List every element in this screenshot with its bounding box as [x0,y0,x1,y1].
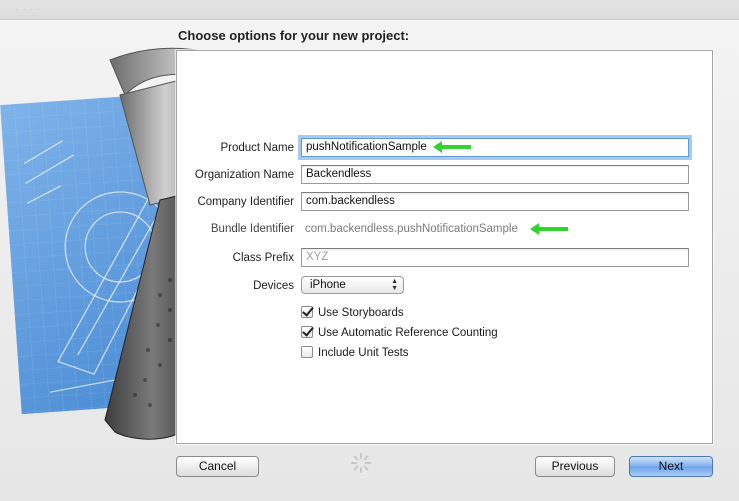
checkbox-label: Use Automatic Reference Counting [318,327,498,339]
previous-button[interactable]: Previous [535,456,615,477]
title-bar-ghost-text: · · · · [16,5,41,14]
devices-select-value: iPhone [310,279,346,291]
devices-select[interactable]: iPhone ▲ ▼ [301,276,404,294]
checkbox-label: Use Storyboards [318,307,404,319]
checkbox-checked-icon[interactable] [301,306,313,318]
company-identifier-label: Company Identifier [197,196,294,208]
class-prefix-label: Class Prefix [232,252,294,264]
class-prefix-field[interactable]: XYZ [301,248,689,267]
green-arrow-annotation [530,223,568,235]
company-identifier-field[interactable]: com.backendless [301,192,689,211]
devices-label: Devices [253,280,294,292]
page-title: Choose options for your new project: [178,28,410,43]
bundle-identifier-value: com.backendless.pushNotificationSample [305,223,518,235]
include-unit-tests-checkbox[interactable]: Include Unit Tests [301,346,409,362]
product-name-label: Product Name [220,142,294,154]
next-button[interactable]: Next [629,456,713,477]
organization-name-label: Organization Name [194,169,294,181]
spinner-icon [351,453,371,473]
updown-chevron-icon: ▲ ▼ [391,278,398,292]
organization-name-field[interactable]: Backendless [301,165,689,184]
title-bar: · · · · [0,0,739,20]
checkbox-label: Include Unit Tests [318,347,409,359]
checkbox-unchecked-icon[interactable] [301,346,313,358]
green-arrow-annotation [433,141,471,153]
product-name-field[interactable]: pushNotificationSample [301,138,689,157]
cancel-button[interactable]: Cancel [176,456,259,477]
use-arc-checkbox[interactable]: Use Automatic Reference Counting [301,326,498,342]
options-panel [176,50,713,444]
bundle-identifier-label: Bundle Identifier [210,223,294,235]
use-storyboards-checkbox[interactable]: Use Storyboards [301,306,404,322]
checkbox-checked-icon[interactable] [301,326,313,338]
new-project-sheet: · · · · Choose options for your new proj… [0,0,739,501]
